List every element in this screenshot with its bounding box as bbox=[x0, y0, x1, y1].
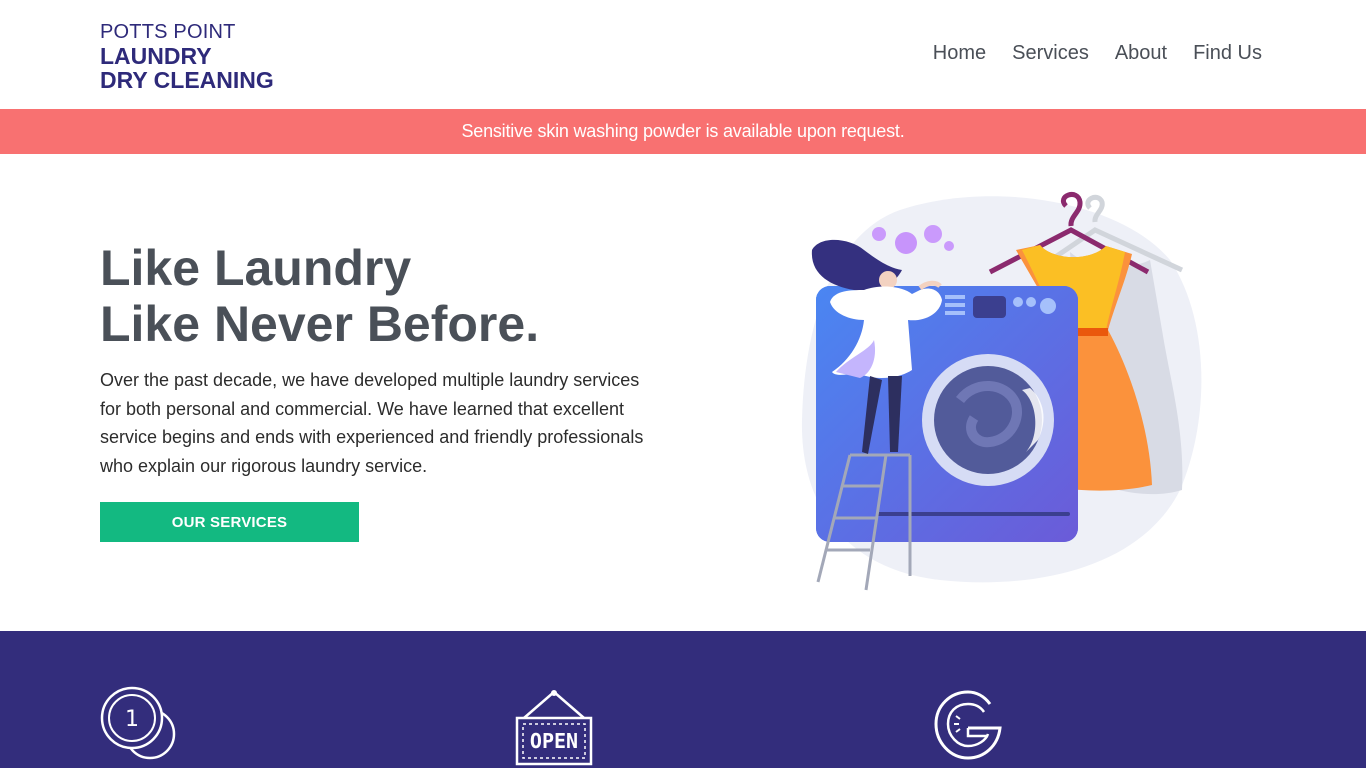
coin-icon: 1 bbox=[100, 686, 176, 760]
logo-line-2: LAUNDRY bbox=[100, 43, 212, 69]
hero-title-line-1: Like Laundry bbox=[100, 240, 412, 296]
notice-text: Sensitive skin washing powder is availab… bbox=[461, 121, 905, 141]
svg-text:1: 1 bbox=[125, 707, 139, 732]
logo-line-3: DRY CLEANING bbox=[100, 67, 274, 93]
logo-line-1: POTTS POINT bbox=[100, 21, 236, 43]
laundry-illustration bbox=[801, 192, 1202, 591]
hero-title: Like Laundry Like Never Before. bbox=[100, 240, 539, 352]
features-band: 1 OPEN bbox=[0, 631, 1366, 768]
svg-text:OPEN: OPEN bbox=[530, 729, 578, 753]
nav-find-us[interactable]: Find Us bbox=[1193, 42, 1262, 65]
nav-services[interactable]: Services bbox=[1012, 42, 1089, 65]
nav-about[interactable]: About bbox=[1115, 42, 1167, 65]
hero-description: Over the past decade, we have developed … bbox=[100, 370, 644, 476]
our-services-button[interactable]: OUR SERVICES bbox=[100, 502, 359, 542]
hero-title-line-2: Like Never Before. bbox=[100, 296, 540, 352]
nav-home[interactable]: Home bbox=[933, 42, 986, 65]
notice-bar: Sensitive skin washing powder is availab… bbox=[0, 109, 1366, 154]
open-sign-icon: OPEN bbox=[515, 690, 593, 766]
main-nav: Home Services About Find Us bbox=[933, 42, 1262, 65]
google-icon bbox=[934, 690, 1002, 760]
site-logo[interactable]: POTTS POINT LAUNDRY DRY CLEANING bbox=[100, 20, 274, 92]
site-header: POTTS POINT LAUNDRY DRY CLEANING Home Se… bbox=[0, 0, 1366, 109]
